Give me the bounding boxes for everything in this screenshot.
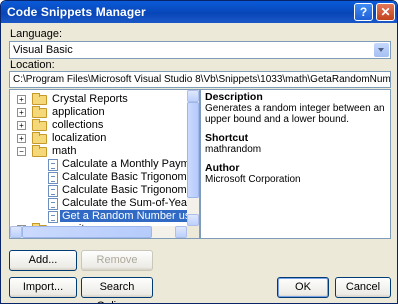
search-online-button[interactable]: Search Online... (81, 277, 153, 303)
expand-icon[interactable]: + (17, 121, 26, 130)
shortcut-heading: Shortcut (205, 132, 249, 144)
vertical-scroll-thumb[interactable] (187, 102, 199, 198)
tree-item-snippet[interactable]: Calculate a Monthly Payment on a L (10, 158, 199, 171)
folder-icon (32, 93, 47, 105)
help-button[interactable]: ? (354, 3, 373, 21)
scrollbar-corner (187, 226, 199, 238)
tree-item-label: Calculate the Sum-of-Years Depreci (62, 197, 199, 209)
expand-icon[interactable]: + (17, 134, 26, 143)
scroll-right-button[interactable] (175, 226, 187, 238)
scroll-left-button[interactable] (10, 226, 22, 238)
collapse-icon[interactable]: − (17, 147, 26, 156)
tree-item-label: Calculate Basic Trigonometrical Func (62, 184, 199, 196)
add-button[interactable]: Add... (9, 250, 77, 271)
snippet-tree[interactable]: + Crystal Reports + application + collec… (9, 89, 200, 239)
folder-icon (32, 106, 47, 118)
title-bar: Code Snippets Manager ? ✕ (1, 1, 397, 23)
location-field[interactable]: C:\Program Files\Microsoft Visual Studio… (9, 71, 391, 88)
tree-item-collections[interactable]: + collections (10, 119, 188, 132)
dropdown-arrow-icon[interactable] (374, 43, 389, 57)
author-text: Microsoft Corporation (205, 174, 301, 185)
snippet-file-icon (48, 159, 58, 171)
close-button[interactable]: ✕ (376, 3, 395, 21)
expand-icon[interactable]: + (17, 95, 26, 104)
folder-icon (32, 132, 47, 144)
tree-item-snippet[interactable]: Calculate Basic Trigonometrical Func (10, 171, 199, 184)
cancel-button[interactable]: Cancel (335, 277, 391, 298)
horizontal-scrollbar[interactable] (10, 226, 187, 238)
language-value: Visual Basic (13, 44, 73, 56)
snippet-file-icon (48, 211, 58, 223)
author-heading: Author (205, 162, 240, 174)
tree-item-label: application (52, 106, 105, 118)
location-label: Location: (10, 59, 55, 71)
tree-item-localization[interactable]: + localization (10, 132, 188, 145)
tree-item-math[interactable]: − math (10, 145, 188, 158)
folder-icon (32, 119, 47, 131)
scroll-down-button[interactable] (187, 214, 199, 226)
language-dropdown[interactable]: Visual Basic (9, 41, 391, 59)
tree-item-label: math (52, 145, 77, 157)
tree-item-label: localization (52, 132, 107, 144)
expand-icon[interactable]: + (17, 238, 26, 239)
tree-item-crystal-reports[interactable]: + Crystal Reports (10, 93, 188, 106)
snippet-file-icon (48, 198, 58, 210)
ok-button[interactable]: OK (277, 277, 329, 298)
tree-item-application[interactable]: + application (10, 106, 188, 119)
folder-open-icon (32, 145, 47, 157)
tree-item-label: Calculate a Monthly Payment on a L (62, 158, 199, 170)
tree-item-snippet-selected[interactable]: Get a Random Number using the Ra (10, 210, 199, 223)
tree-item-snippet[interactable]: Calculate Basic Trigonometrical Func (10, 184, 199, 197)
tree-item-snippet[interactable]: Calculate the Sum-of-Years Depreci (10, 197, 199, 210)
language-label: Language: (10, 28, 62, 40)
shortcut-text: mathrandom (205, 144, 262, 155)
folder-icon (32, 236, 40, 238)
code-snippets-manager-window: Code Snippets Manager ? ✕ Language: Visu… (0, 0, 398, 304)
vertical-scrollbar[interactable] (187, 90, 199, 226)
snippet-file-icon (48, 185, 58, 197)
scroll-up-button[interactable] (187, 90, 199, 102)
import-button[interactable]: Import... (9, 277, 77, 298)
expand-icon[interactable]: + (17, 108, 26, 117)
horizontal-scroll-thumb[interactable] (22, 226, 152, 238)
tree-item-label: Crystal Reports (52, 93, 128, 105)
window-title: Code Snippets Manager (7, 5, 146, 19)
description-heading: Description (205, 91, 263, 103)
tree-item-label: Get a Random Number using the Ra (60, 210, 199, 222)
snippet-file-icon (48, 172, 58, 184)
tree-item-label: collections (52, 119, 104, 131)
description-text: Generates a random integer between an up… (205, 103, 385, 125)
tree-item-label: Calculate Basic Trigonometrical Func (62, 171, 199, 183)
remove-button: Remove (81, 250, 153, 271)
snippet-details-panel: Description Generates a random integer b… (200, 89, 391, 239)
